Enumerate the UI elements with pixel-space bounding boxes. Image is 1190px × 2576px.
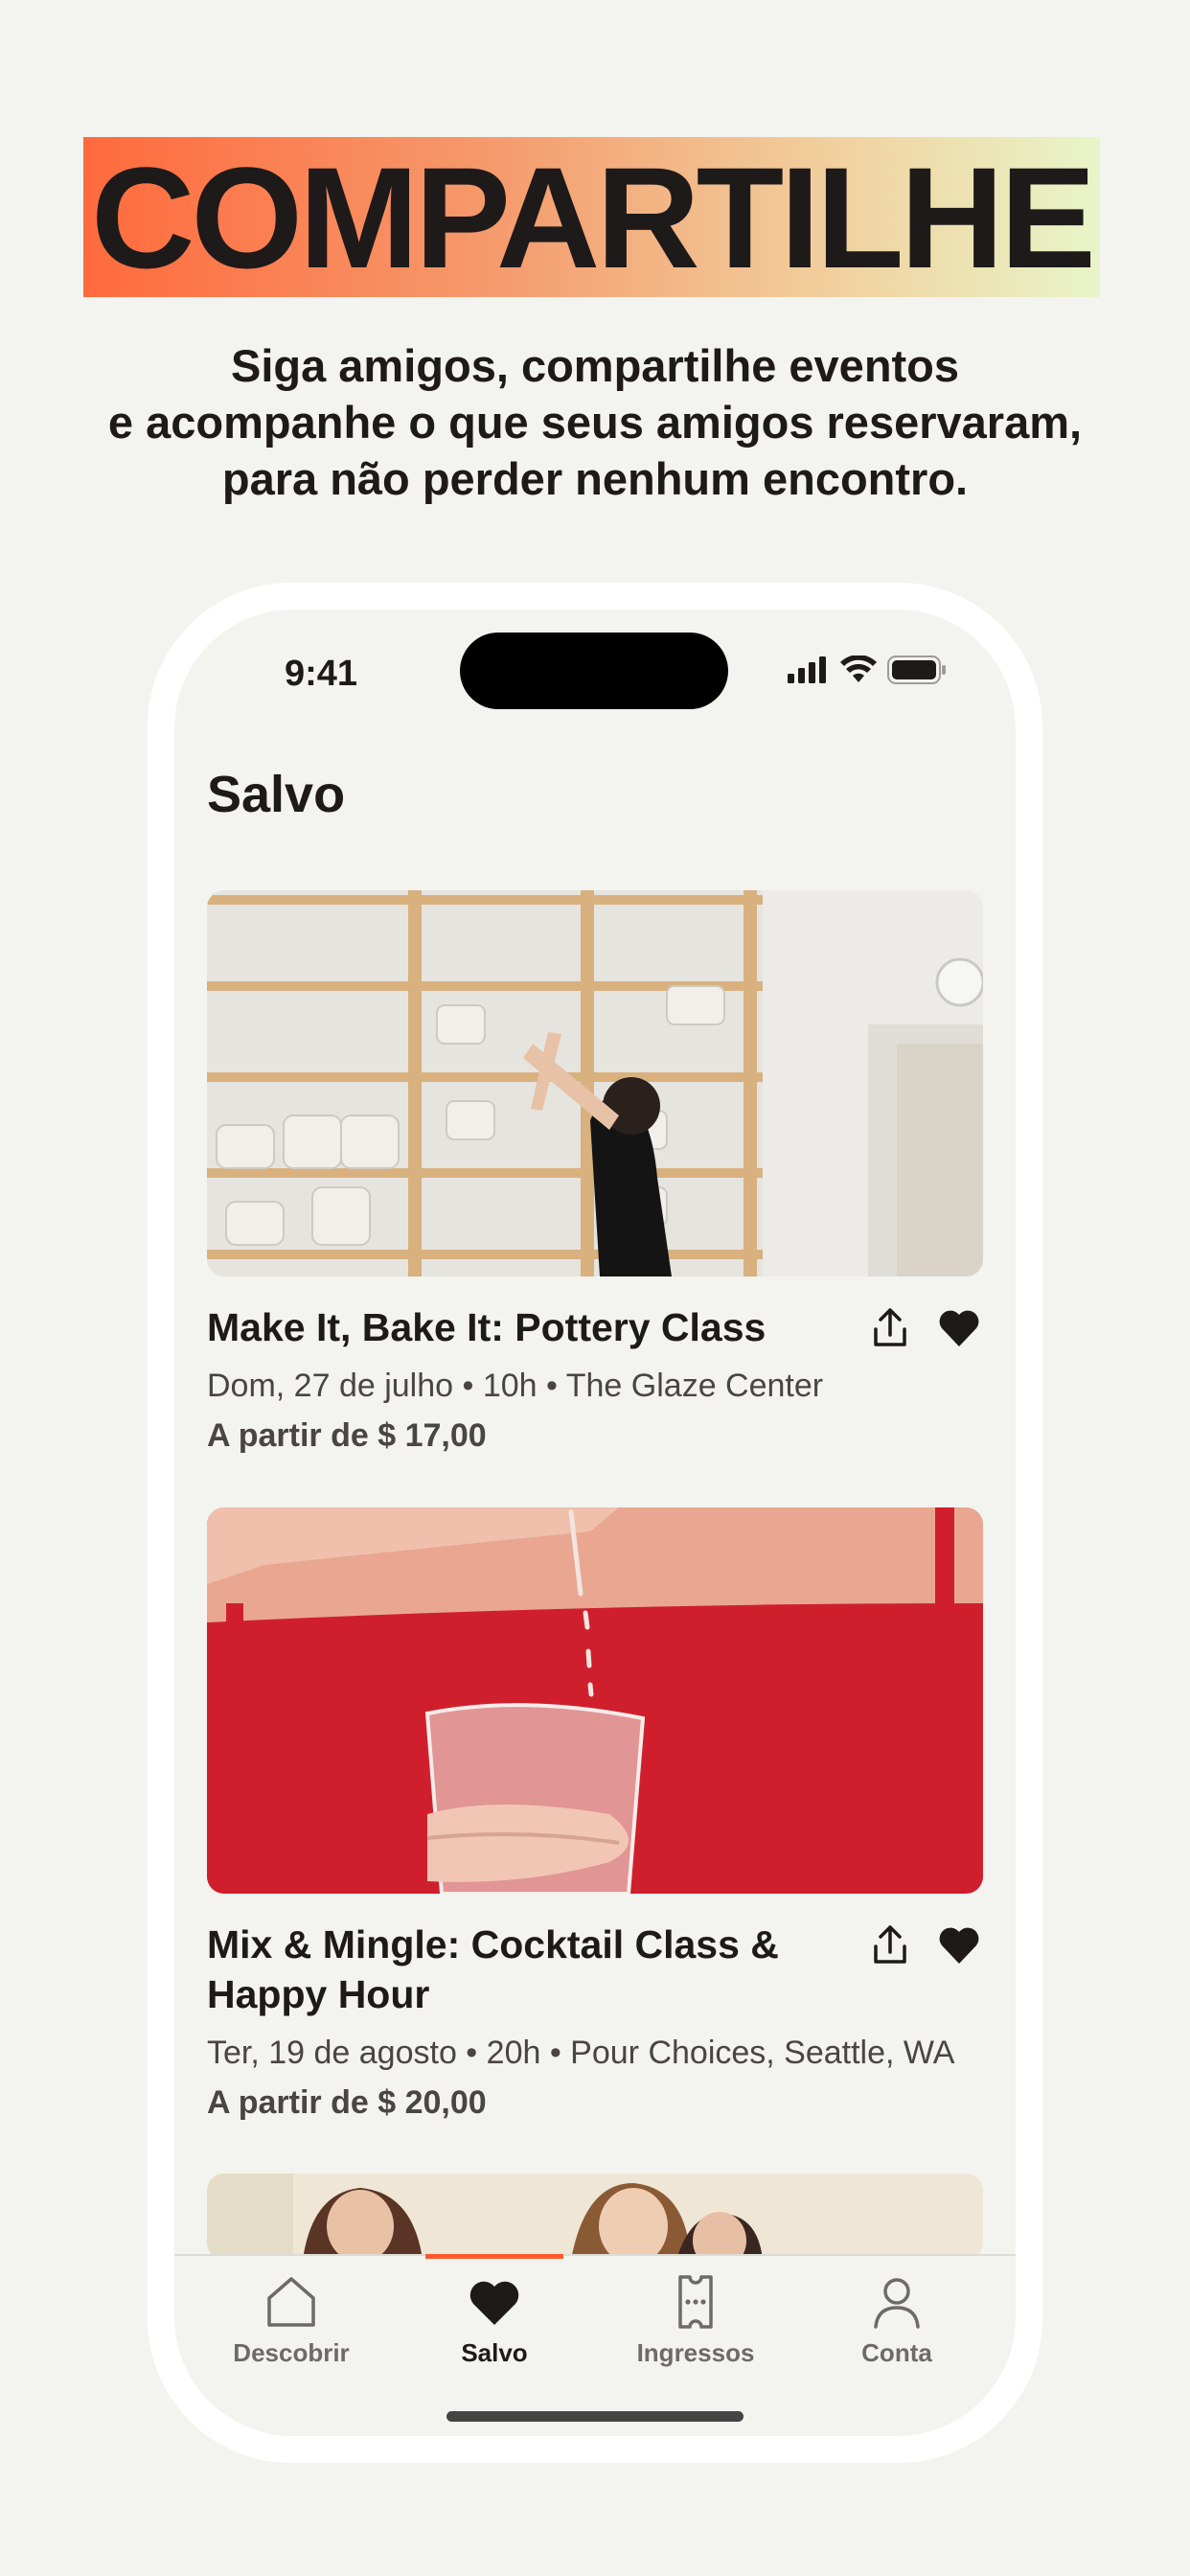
event-image-cocktail[interactable]	[207, 1507, 983, 1894]
status-icons	[788, 656, 947, 684]
headline-banner: COMPARTILHE	[83, 137, 1100, 297]
heart-icon[interactable]	[935, 1921, 983, 1969]
user-icon	[874, 2278, 920, 2329]
tab-descobrir[interactable]: Descobrir	[195, 2256, 387, 2390]
event-card[interactable]	[207, 2174, 983, 2260]
dynamic-island	[460, 632, 728, 709]
tab-salvo[interactable]: Salvo	[399, 2256, 590, 2390]
subtitle-line: para não perder nenhum encontro.	[221, 453, 969, 504]
tab-conta[interactable]: Conta	[801, 2256, 993, 2390]
share-icon[interactable]	[866, 1921, 914, 1969]
promo-subtitle: Siga amigos, compartilhe eventos e acomp…	[0, 337, 1190, 507]
home-icon	[267, 2277, 315, 2327]
tab-label: Descobrir	[233, 2338, 350, 2367]
heart-icon	[469, 2281, 519, 2325]
event-price: A partir de $ 20,00	[207, 2084, 487, 2121]
tab-label: Conta	[861, 2338, 932, 2367]
wifi-icon	[840, 656, 877, 682]
heart-icon[interactable]	[935, 1304, 983, 1352]
subtitle-line: e acompanhe o que seus amigos reservaram…	[107, 397, 1083, 448]
subtitle-line: Siga amigos, compartilhe eventos	[230, 340, 960, 391]
event-image-friends[interactable]	[207, 2174, 983, 2260]
ticket-icon	[678, 2275, 713, 2329]
event-title[interactable]: Make It, Bake It: Pottery Class	[207, 1302, 858, 1352]
tab-label: Ingressos	[636, 2338, 755, 2367]
event-actions	[866, 1304, 983, 1352]
event-meta: Ter, 19 de agosto • 20h • Pour Choices, …	[207, 2035, 955, 2071]
event-card[interactable]: Make It, Bake It: Pottery Class Dom, 27 …	[207, 890, 983, 1484]
phone-screen: 9:41 Salvo Make It, Bake It: Pottery Cla…	[174, 610, 1016, 2436]
event-image-pottery[interactable]	[207, 890, 983, 1276]
status-time: 9:41	[285, 654, 358, 694]
share-icon[interactable]	[866, 1304, 914, 1352]
event-price: A partir de $ 17,00	[207, 1417, 487, 1454]
cellular-signal-icon	[788, 656, 826, 683]
headline-text: COMPARTILHE	[91, 136, 1096, 298]
event-actions	[866, 1921, 983, 1969]
page-title: Salvo	[207, 766, 346, 823]
event-card[interactable]: Mix & Mingle: Cocktail Class & Happy Hou…	[207, 1507, 983, 2140]
tab-label: Salvo	[461, 2338, 528, 2367]
home-indicator[interactable]	[446, 2411, 744, 2422]
battery-icon	[887, 656, 946, 684]
event-title[interactable]: Mix & Mingle: Cocktail Class & Happy Hou…	[207, 1920, 858, 2019]
event-meta: Dom, 27 de julho • 10h • The Glaze Cente…	[207, 1368, 824, 1404]
tab-bar: Descobrir Salvo Ingressos Conta	[174, 2254, 1016, 2436]
tab-ingressos[interactable]: Ingressos	[600, 2256, 791, 2390]
